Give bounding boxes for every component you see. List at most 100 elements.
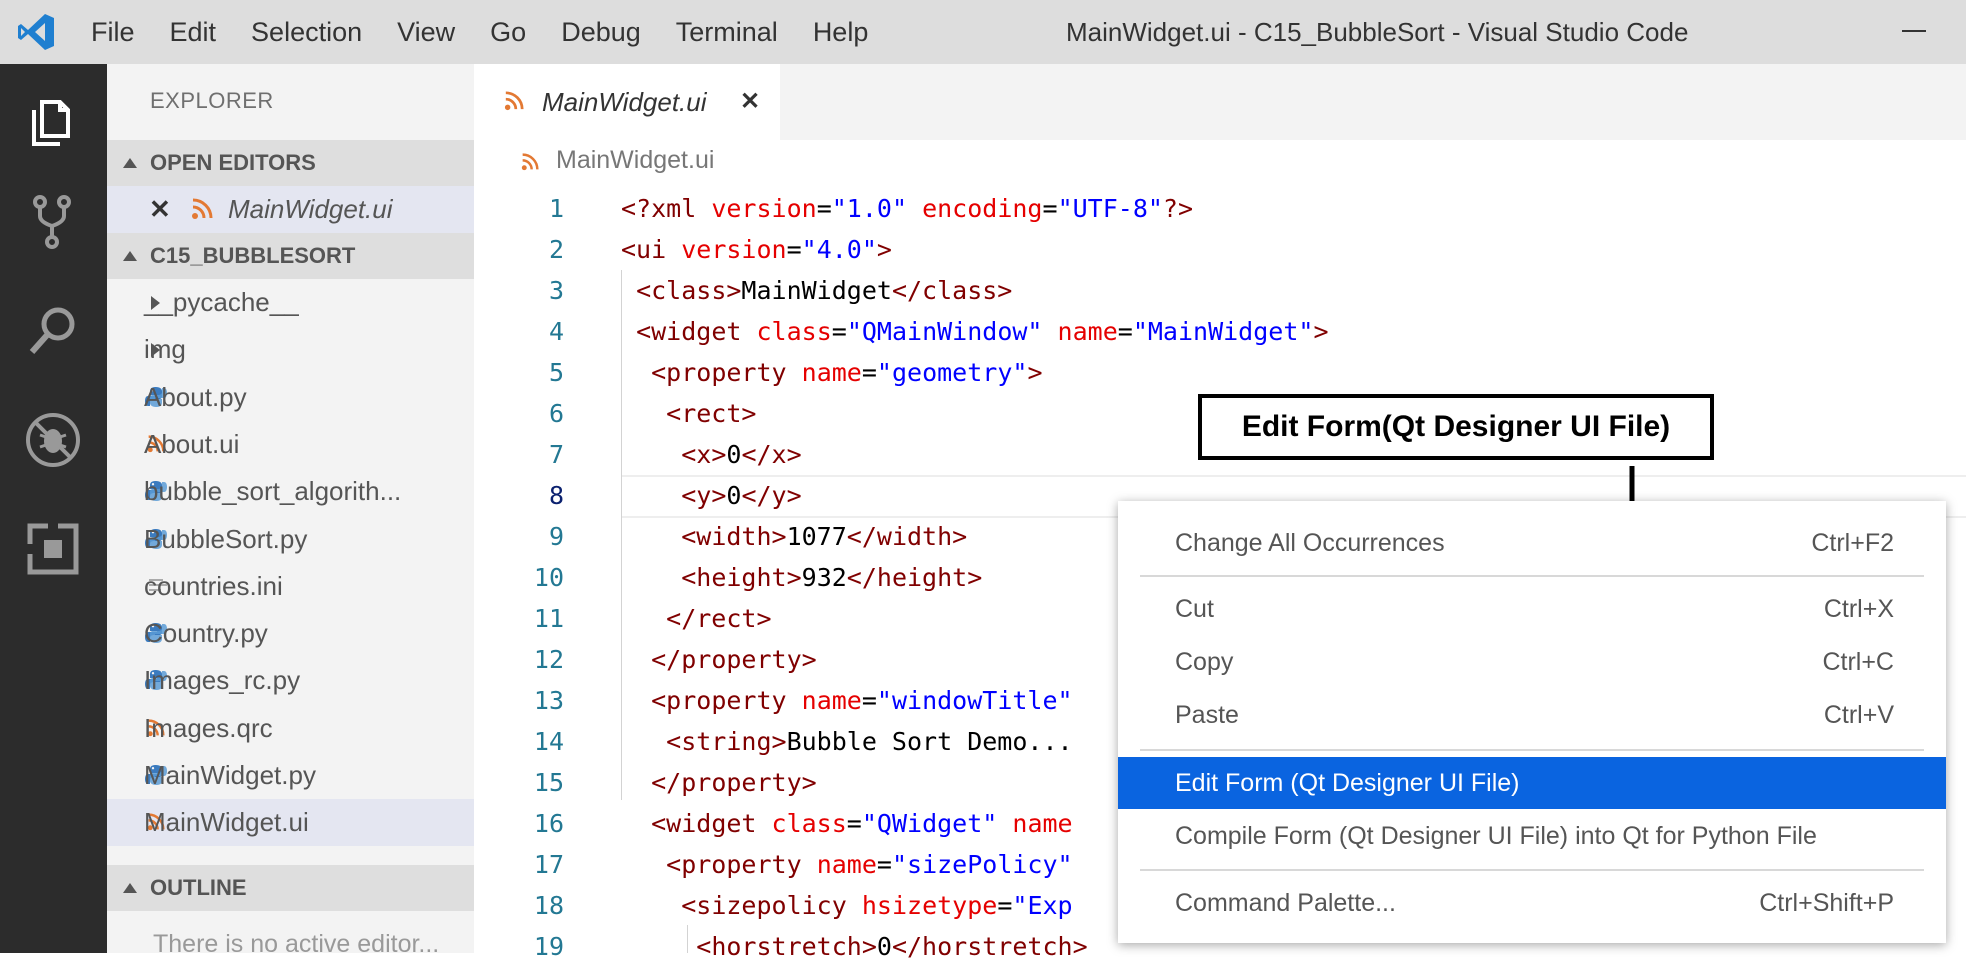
close-icon[interactable]: ✕	[740, 64, 760, 140]
breadcrumb[interactable]: MainWidget.ui	[556, 146, 714, 175]
code-line: 2 <ui version="4.0">	[474, 229, 1966, 270]
project-section[interactable]: C15_BUBBLESORT	[107, 233, 474, 279]
open-editor-label: MainWidget.ui	[228, 194, 393, 224]
menu-item-cut[interactable]: Cut Ctrl+X	[1118, 583, 1946, 635]
source-control-icon[interactable]	[22, 190, 84, 252]
file-item[interactable]: countries.ini	[107, 563, 474, 610]
file-label: countries.ini	[144, 570, 283, 601]
outline-label: OUTLINE	[150, 875, 247, 900]
rss-file-icon	[504, 91, 524, 111]
code-line: 5 <property name="geometry">	[474, 352, 1966, 393]
menu-selection[interactable]: Selection	[251, 17, 362, 48]
title-bar: File Edit Selection View Go Debug Termin…	[0, 0, 1966, 64]
code-line: 1 <?xml version="1.0" encoding="UTF-8"?>	[474, 188, 1966, 229]
file-label: img	[144, 334, 186, 365]
outline-section[interactable]: OUTLINE	[107, 865, 474, 911]
line-number: 14	[533, 727, 564, 756]
line-number: 12	[533, 645, 564, 674]
menu-item-compile-form[interactable]: Compile Form (Qt Designer UI File) into …	[1118, 810, 1946, 862]
file-item[interactable]: About.py	[107, 374, 474, 421]
file-label: Images.qrc	[144, 712, 273, 743]
open-editor-item[interactable]: ✕ MainWidget.ui	[107, 186, 474, 233]
line-number: 6	[548, 399, 564, 428]
line-number: 15	[533, 768, 564, 797]
file-item[interactable]: Images.qrc	[107, 705, 474, 752]
line-number: 2	[548, 235, 564, 264]
file-label: MainWidget.ui	[144, 807, 309, 838]
search-icon[interactable]	[22, 300, 84, 362]
menu-separator	[1140, 575, 1924, 577]
file-label: Country.py	[144, 618, 268, 649]
menu-separator	[1140, 749, 1924, 751]
close-icon[interactable]: ✕	[149, 186, 171, 233]
collapse-icon	[123, 251, 137, 261]
minimize-button[interactable]	[1902, 30, 1926, 32]
tab-label: MainWidget.ui	[542, 87, 707, 117]
code-line: 3 <class>MainWidget</class>	[474, 270, 1966, 311]
activity-bar	[0, 64, 107, 953]
menu-terminal[interactable]: Terminal	[676, 17, 778, 48]
file-item[interactable]: Country.py	[107, 610, 474, 657]
file-item[interactable]: MainWidget.py	[107, 752, 474, 799]
vscode-logo-icon	[18, 14, 54, 50]
line-number: 18	[533, 891, 564, 920]
context-menu: Change All Occurrences Ctrl+F2 Cut Ctrl+X …	[1118, 501, 1946, 943]
debug-icon[interactable]	[22, 409, 84, 471]
file-item[interactable]: BubbleSort.py	[107, 516, 474, 563]
line-number: 8	[548, 481, 564, 510]
menu-item-change-all-occurrences[interactable]: Change All Occurrences Ctrl+F2	[1118, 517, 1946, 569]
menu-item-edit-form[interactable]: Edit Form (Qt Designer UI File)	[1118, 757, 1946, 809]
rss-file-icon	[192, 198, 213, 219]
menu-edit[interactable]: Edit	[170, 17, 217, 48]
rss-file-icon	[521, 153, 539, 171]
collapse-icon	[123, 158, 137, 168]
folder-item[interactable]: __pycache__	[107, 279, 474, 326]
open-editors-label: OPEN EDITORS	[150, 150, 316, 175]
line-number: 17	[533, 850, 564, 879]
annotation-callout: Edit Form(Qt Designer UI File)	[1198, 394, 1714, 460]
sidebar-title: EXPLORER	[150, 88, 274, 113]
file-item[interactable]: Images_rc.py	[107, 657, 474, 704]
menu-bar: File Edit Selection View Go Debug Termin…	[91, 0, 903, 64]
file-label: About.py	[144, 381, 247, 412]
menu-debug[interactable]: Debug	[561, 17, 641, 48]
open-editors-section[interactable]: OPEN EDITORS	[107, 140, 474, 186]
file-label: Images_rc.py	[144, 665, 301, 696]
file-item[interactable]: MainWidget.ui	[107, 799, 474, 847]
menu-item-paste[interactable]: Paste Ctrl+V	[1118, 689, 1946, 741]
menu-separator	[1140, 869, 1924, 871]
line-number: 1	[548, 194, 564, 223]
line-number: 4	[548, 317, 564, 346]
line-number: 9	[548, 522, 564, 551]
menu-help[interactable]: Help	[813, 17, 869, 48]
file-label: About.ui	[144, 428, 240, 459]
line-number: 7	[548, 440, 564, 469]
file-item[interactable]: About.ui	[107, 421, 474, 468]
tab-mainwidget-ui[interactable]: MainWidget.ui ✕	[474, 64, 780, 140]
code-line: 4 <widget class="QMainWindow" name="Main…	[474, 311, 1966, 352]
explorer-sidebar: EXPLORER OPEN EDITORS ✕ MainWidget.ui C1…	[107, 64, 474, 953]
file-label: MainWidget.py	[144, 760, 316, 790]
explorer-files-icon[interactable]	[22, 88, 84, 150]
file-label: __pycache__	[144, 287, 299, 317]
folder-item[interactable]: img	[107, 326, 474, 373]
editor-tab-bar: MainWidget.ui ✕	[474, 64, 1966, 140]
project-label: C15_BUBBLESORT	[150, 243, 356, 268]
file-label: BubbleSort.py	[144, 523, 308, 554]
file-item[interactable]: bubble_sort_algorith...	[107, 468, 474, 515]
file-label: bubble_sort_algorith...	[144, 476, 402, 507]
window-title: MainWidget.ui - C15_BubbleSort - Visual …	[1066, 17, 1689, 47]
outline-hint: There is no active editor...	[153, 930, 440, 953]
collapse-icon	[123, 883, 137, 893]
extensions-icon[interactable]	[22, 518, 84, 580]
line-number: 5	[548, 358, 564, 387]
line-number: 13	[533, 686, 564, 715]
line-number: 16	[533, 809, 564, 838]
menu-file[interactable]: File	[91, 17, 135, 48]
menu-item-copy[interactable]: Copy Ctrl+C	[1118, 636, 1946, 688]
line-number: 19	[533, 932, 564, 961]
menu-item-command-palette[interactable]: Command Palette... Ctrl+Shift+P	[1118, 877, 1946, 929]
menu-view[interactable]: View	[397, 17, 455, 48]
menu-go[interactable]: Go	[490, 17, 526, 48]
line-number: 11	[533, 604, 564, 633]
